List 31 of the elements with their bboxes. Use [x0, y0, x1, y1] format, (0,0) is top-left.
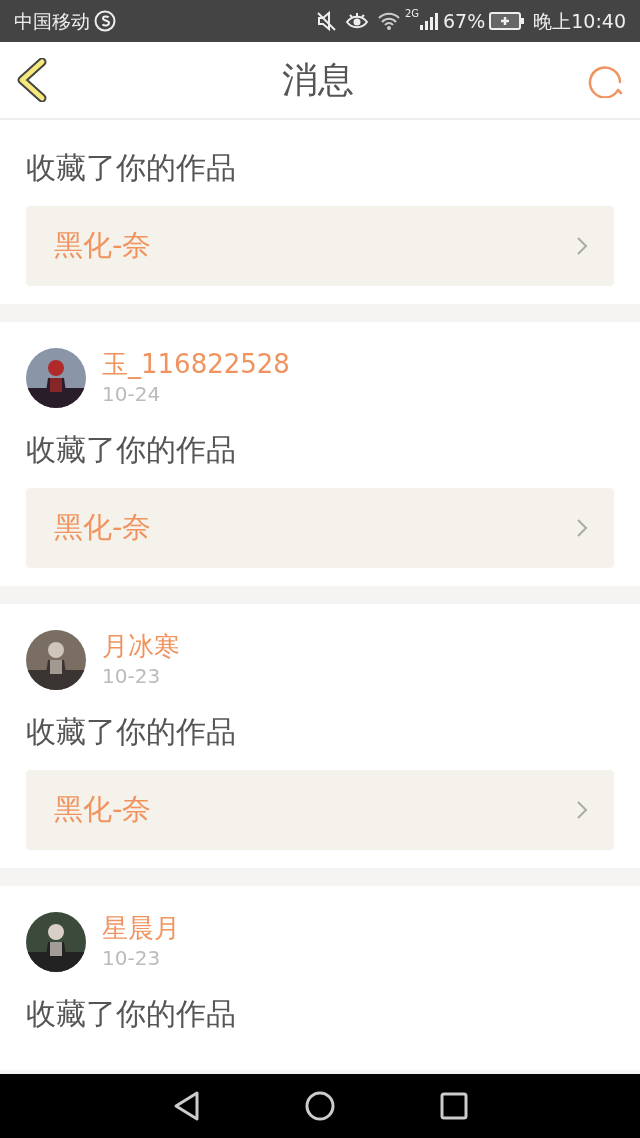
back-icon[interactable] — [172, 1090, 200, 1122]
page-title: 消息 — [282, 58, 354, 102]
battery-percent: 67% — [443, 8, 486, 34]
message-text: 收藏了你的作品 — [26, 431, 237, 469]
chevron-right-icon — [576, 236, 588, 256]
eye-icon — [344, 11, 369, 31]
message-date: 10-23 — [102, 945, 162, 972]
home-icon[interactable] — [305, 1091, 335, 1121]
chevron-right-icon — [576, 800, 588, 820]
user-name[interactable]: 星晨月 — [102, 912, 180, 944]
message-text: 收藏了你的作品 — [26, 995, 237, 1033]
message-text: 收藏了你的作品 — [26, 149, 237, 187]
user-name[interactable]: 月冰寒 — [102, 630, 180, 662]
signal-icon — [419, 11, 439, 31]
back-icon[interactable] — [16, 58, 48, 102]
message-date: 10-23 — [102, 663, 162, 690]
chevron-right-icon — [576, 518, 588, 538]
battery-icon — [489, 12, 526, 30]
carrier-name: 中国移动 — [14, 8, 90, 34]
network-type: 2G — [404, 7, 419, 21]
mute-icon — [314, 10, 337, 32]
clock: 晚上10:40 — [533, 8, 626, 34]
work-link[interactable]: 黑化-奈 — [26, 206, 614, 286]
message-text: 收藏了你的作品 — [26, 713, 237, 751]
s-icon — [94, 10, 116, 32]
user-name[interactable]: 玉_116822528 — [102, 348, 290, 380]
recent-apps-icon[interactable] — [440, 1092, 468, 1120]
work-link[interactable]: 黑化-奈 — [26, 770, 614, 850]
work-link[interactable]: 黑化-奈 — [26, 488, 614, 568]
message-date: 10-24 — [102, 381, 162, 408]
wifi-icon — [376, 11, 401, 31]
